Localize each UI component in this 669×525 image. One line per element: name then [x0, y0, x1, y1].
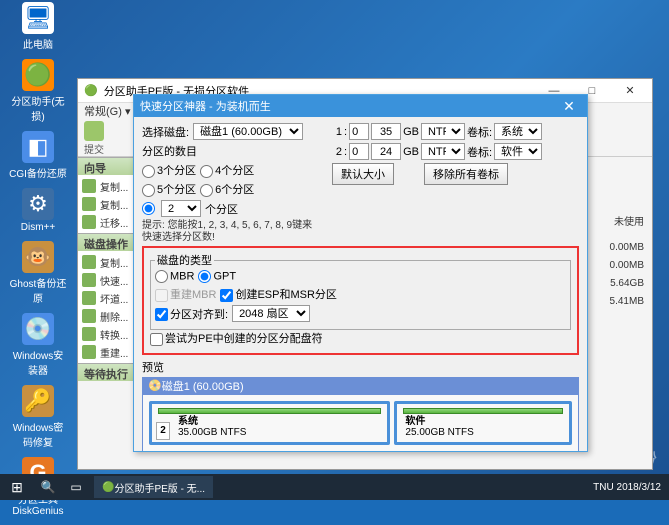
- taskbar-search-icon[interactable]: 🔍: [34, 480, 62, 494]
- remove-labels-button[interactable]: 移除所有卷标: [424, 163, 508, 185]
- radio-gpt[interactable]: GPT: [198, 270, 236, 283]
- check-esp-msr[interactable]: 创建ESP和MSR分区: [220, 286, 336, 302]
- desktop-icon-dism[interactable]: ⚙Dism++: [8, 188, 68, 233]
- desktop-icon-pc[interactable]: 🖥此电脑: [8, 2, 68, 51]
- gear-icon: ⚙: [22, 188, 54, 220]
- radio-3[interactable]: 3个分区: [142, 162, 196, 178]
- backup-icon: ◧: [22, 131, 54, 163]
- check-rebuild-mbr: 重建MBR: [155, 286, 216, 302]
- radio-5[interactable]: 5个分区: [142, 181, 196, 197]
- radio-6[interactable]: 6个分区: [200, 181, 254, 197]
- computer-icon: 🖥: [22, 2, 54, 34]
- disk-type-group: 磁盘的类型 MBR GPT 重建MBR 创建ESP和MSR分区 分区对齐到: 2…: [150, 252, 571, 330]
- check-align[interactable]: 分区对齐到:: [155, 306, 228, 322]
- preview-label: 预览: [142, 359, 579, 375]
- preview-box: 2 系统35.00GB NTFS 软件25.00GB NTFS: [142, 394, 579, 451]
- taskbar-taskview-icon[interactable]: ▭: [62, 480, 90, 494]
- select-disk-label: 选择磁盘:: [142, 124, 189, 140]
- preview-diskname: 📀 磁盘1 (60.00GB): [142, 377, 579, 394]
- key-icon: 🔑: [22, 385, 54, 417]
- partition-row-2: 2: GB NTFS 卷标: 软件: [332, 143, 579, 160]
- fs-2[interactable]: NTFS: [421, 143, 465, 160]
- disk-type-legend: 磁盘的类型: [155, 252, 214, 268]
- dialog-titlebar: 快速分区神器 - 为装机而生 ✕: [134, 95, 587, 117]
- ghost-icon: 🐵: [22, 241, 54, 273]
- partition-row-1: 1: GB NTFS 卷标: 系统: [332, 123, 579, 140]
- desktop-icon-winpwd[interactable]: 🔑Windows密码修复: [8, 385, 68, 449]
- taskbar-clock[interactable]: TNU 2018/3/12: [585, 482, 669, 493]
- preview-partition-1: 2 系统35.00GB NTFS: [149, 401, 390, 445]
- item-icon: [82, 345, 96, 359]
- desktop-icons: 🖥此电脑 🟢分区助手(无损) ◧CGI备份还原 ⚙Dism++ 🐵Ghost备份…: [8, 2, 68, 525]
- partition-count-label: 分区的数目: [142, 143, 197, 159]
- shortcut-tip: 提示: 您能按1, 2, 3, 4, 5, 6, 7, 8, 9键来快速选择分区…: [142, 220, 322, 244]
- item-icon: [82, 327, 96, 341]
- commit-button[interactable]: 提交: [84, 121, 104, 156]
- fs-1[interactable]: NTFS: [421, 123, 465, 140]
- check-pe-letter[interactable]: 尝试为PE中创建的分区分配盘符: [150, 330, 323, 346]
- disk-select[interactable]: 磁盘1 (60.00GB): [193, 123, 303, 140]
- close-button[interactable]: ✕: [614, 84, 646, 97]
- item-icon: [82, 309, 96, 323]
- start-button[interactable]: ⊞: [0, 474, 34, 500]
- vol-1[interactable]: 系统: [494, 123, 542, 140]
- disk-info-strip: 未使用 0.00MB 0.00MB 5.64GB 5.41MB: [588, 213, 648, 314]
- item-icon: [82, 291, 96, 305]
- partition-icon: 🟢: [22, 59, 54, 91]
- size-1[interactable]: [371, 123, 401, 140]
- item-icon: [82, 197, 96, 211]
- size-2[interactable]: [371, 143, 401, 160]
- item-icon: [82, 255, 96, 269]
- dialog-title: 快速分区神器 - 为装机而生: [140, 98, 271, 114]
- radio-custom[interactable]: [142, 202, 157, 215]
- desktop-icon-cgi[interactable]: ◧CGI备份还原: [8, 131, 68, 180]
- align-select[interactable]: 2048 扇区: [232, 305, 310, 322]
- spin-2[interactable]: [349, 143, 369, 160]
- quick-partition-dialog: 快速分区神器 - 为装机而生 ✕ 选择磁盘: 磁盘1 (60.00GB) 分区的…: [133, 94, 588, 452]
- preview-partition-2: 软件25.00GB NTFS: [394, 401, 572, 445]
- desktop: 🖥此电脑 🟢分区助手(无损) ◧CGI备份还原 ⚙Dism++ 🐵Ghost备份…: [0, 0, 669, 500]
- disk-type-highlight: 磁盘的类型 MBR GPT 重建MBR 创建ESP和MSR分区 分区对齐到: 2…: [142, 246, 579, 355]
- app-icon: 🟢: [84, 84, 98, 97]
- radio-mbr[interactable]: MBR: [155, 270, 194, 283]
- default-size-button[interactable]: 默认大小: [332, 163, 394, 185]
- item-icon: [82, 273, 96, 287]
- disc-icon: 💿: [22, 313, 54, 345]
- spin-1[interactable]: [349, 123, 369, 140]
- taskbar: ⊞ 🔍 ▭ 🟢 分区助手PE版 - 无... TNU 2018/3/12: [0, 474, 669, 500]
- custom-suffix: 个分区: [205, 201, 238, 217]
- dialog-close-button[interactable]: ✕: [557, 98, 581, 115]
- desktop-icon-ghost[interactable]: 🐵Ghost备份还原: [8, 241, 68, 305]
- taskbar-app[interactable]: 🟢 分区助手PE版 - 无...: [94, 476, 213, 498]
- vol-2[interactable]: 软件: [494, 143, 542, 160]
- custom-count-select[interactable]: 2: [161, 200, 201, 217]
- desktop-icon-wininstall[interactable]: 💿Windows安装器: [8, 313, 68, 377]
- commit-icon: [84, 121, 104, 141]
- item-icon: [82, 179, 96, 193]
- desktop-icon-partition[interactable]: 🟢分区助手(无损): [8, 59, 68, 123]
- item-icon: [82, 215, 96, 229]
- radio-4[interactable]: 4个分区: [200, 162, 254, 178]
